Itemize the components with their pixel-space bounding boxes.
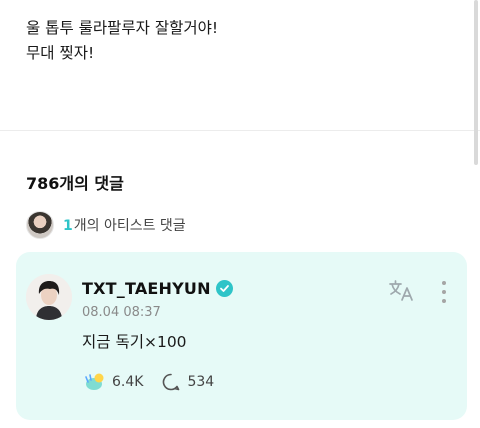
verified-icon — [215, 280, 233, 297]
scrollbar[interactable] — [474, 0, 478, 165]
artist-comment-text: 개의 아티스트 댓글 — [73, 218, 186, 234]
username[interactable]: TXT_TAEHYUN — [82, 279, 233, 298]
cheer-button[interactable]: 6.4K — [84, 372, 143, 392]
comment-body: 지금 독기×100 — [82, 333, 187, 351]
artist-avatar — [26, 211, 54, 239]
artist-comments-link[interactable]: 1개의 아티스트 댓글 — [26, 211, 186, 239]
reply-icon — [163, 373, 180, 391]
reply-count: 534 — [187, 374, 215, 390]
translate-icon[interactable] — [388, 279, 416, 303]
post-text-line-1: 울 톱투 룰라팔루자 잘할거야! — [26, 19, 219, 37]
divider — [0, 130, 480, 131]
comment-actions: 6.4K 534 — [84, 372, 232, 392]
post-text-line-2: 무대 찢자! — [26, 44, 95, 62]
post-text: 울 톱투 룰라팔루자 잘할거야! 무대 찢자! — [26, 16, 218, 66]
artist-comment-count: 1 — [63, 218, 73, 234]
timestamp: 08.04 08:37 — [82, 305, 161, 320]
username-text: TXT_TAEHYUN — [82, 279, 211, 298]
avatar[interactable] — [26, 274, 72, 320]
more-icon[interactable] — [437, 279, 451, 305]
cheer-icon — [85, 373, 104, 390]
comment-count: 786개의 댓글 — [26, 174, 124, 193]
cheer-count: 6.4K — [112, 374, 144, 390]
reply-button[interactable]: 534 — [161, 372, 214, 392]
artist-comments-label: 1개의 아티스트 댓글 — [63, 215, 186, 235]
